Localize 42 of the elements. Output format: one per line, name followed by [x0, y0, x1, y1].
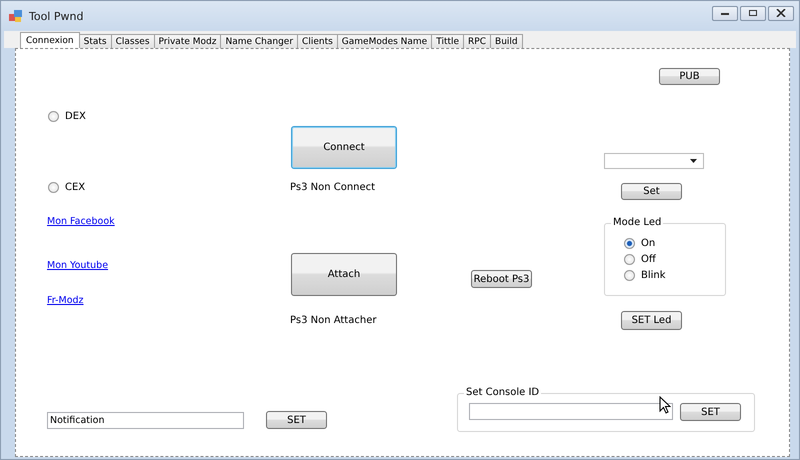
tab[interactable]: Connexion	[20, 32, 80, 48]
link[interactable]: Mon Youtube	[47, 260, 108, 271]
notification-field[interactable]: Notification	[47, 412, 244, 429]
set-button[interactable]: SET	[266, 411, 327, 429]
set-button[interactable]: Set	[621, 183, 682, 200]
link[interactable]: Fr-Modz	[47, 295, 84, 306]
tab[interactable]: Private Modz	[154, 34, 222, 48]
set-led-button[interactable]: SET Led	[621, 311, 682, 330]
pub-button[interactable]: PUB	[659, 68, 720, 85]
status-text: Ps3 Non Connect	[290, 182, 376, 193]
tab[interactable]: Classes	[110, 34, 155, 48]
attach-button[interactable]: Attach	[291, 253, 397, 296]
tab[interactable]: GameModes Name	[336, 34, 432, 48]
caret-icon	[690, 159, 697, 163]
connect-button[interactable]: Connect	[291, 126, 397, 169]
mouse-cursor-icon	[659, 396, 671, 414]
console-id-field[interactable]	[469, 403, 673, 420]
radio-button[interactable]: DEX	[48, 111, 86, 122]
close-button[interactable]	[768, 6, 794, 20]
tab[interactable]: Stats	[78, 34, 112, 48]
set-button[interactable]: SET	[680, 403, 741, 421]
radio-button[interactable]: CEX	[48, 182, 86, 193]
reboot-button[interactable]: Reboot Ps3	[471, 270, 532, 288]
link[interactable]: Mon Facebook	[47, 216, 115, 227]
close-icon	[776, 9, 786, 17]
tab[interactable]: RPC	[463, 34, 492, 48]
maximize-icon	[748, 9, 758, 17]
minimize-button[interactable]	[712, 6, 738, 20]
radio-button[interactable]: Blink	[624, 270, 725, 281]
minimize-icon	[720, 10, 730, 16]
radio-button[interactable]: Off	[624, 254, 725, 265]
tab[interactable]: Build	[490, 34, 523, 48]
group-title: Mode Led	[611, 217, 664, 228]
tab[interactable]: Tittle	[431, 34, 464, 48]
tab[interactable]: Clients	[297, 34, 338, 48]
tab[interactable]: Name Changer	[220, 34, 298, 48]
radio-button[interactable]: On	[624, 238, 725, 249]
status-text: Ps3 Non Attacher	[290, 315, 376, 326]
window-title: Tool Pwnd	[29, 10, 84, 22]
app-icon	[9, 9, 23, 23]
maximize-button[interactable]	[740, 6, 766, 20]
group-title: Set Console ID	[464, 387, 542, 398]
